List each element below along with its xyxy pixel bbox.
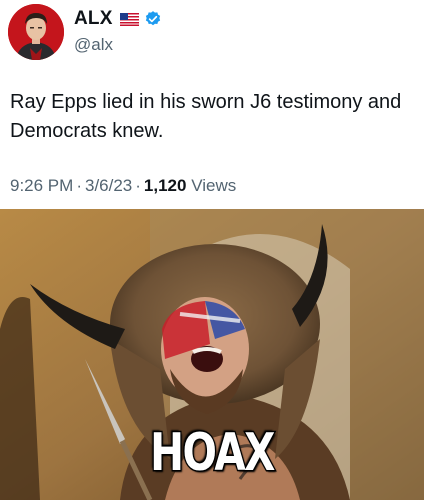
tweet-header: ALX @alx bbox=[0, 0, 424, 66]
tweet-date[interactable]: 3/6/23 bbox=[85, 176, 132, 195]
meta-separator: · bbox=[76, 176, 82, 195]
us-flag-icon bbox=[119, 12, 139, 26]
meta-separator: · bbox=[135, 176, 141, 195]
tweet-meta: 9:26 PM · 3/6/23 · 1,120 Views bbox=[10, 176, 236, 196]
views-label: Views bbox=[191, 176, 237, 195]
display-name-row: ALX bbox=[74, 7, 162, 31]
verified-badge-icon bbox=[144, 10, 162, 28]
views-count: 1,120 bbox=[143, 176, 187, 195]
tweet-time[interactable]: 9:26 PM bbox=[10, 176, 73, 195]
display-name[interactable]: ALX bbox=[74, 8, 113, 30]
author-handle[interactable]: @alx bbox=[74, 35, 162, 55]
meme-caption: HOAX bbox=[149, 423, 277, 483]
author-names: ALX @alx bbox=[74, 7, 162, 55]
tweet-text: Ray Epps lied in his sworn J6 testimony … bbox=[10, 91, 402, 142]
avatar[interactable] bbox=[8, 4, 64, 60]
